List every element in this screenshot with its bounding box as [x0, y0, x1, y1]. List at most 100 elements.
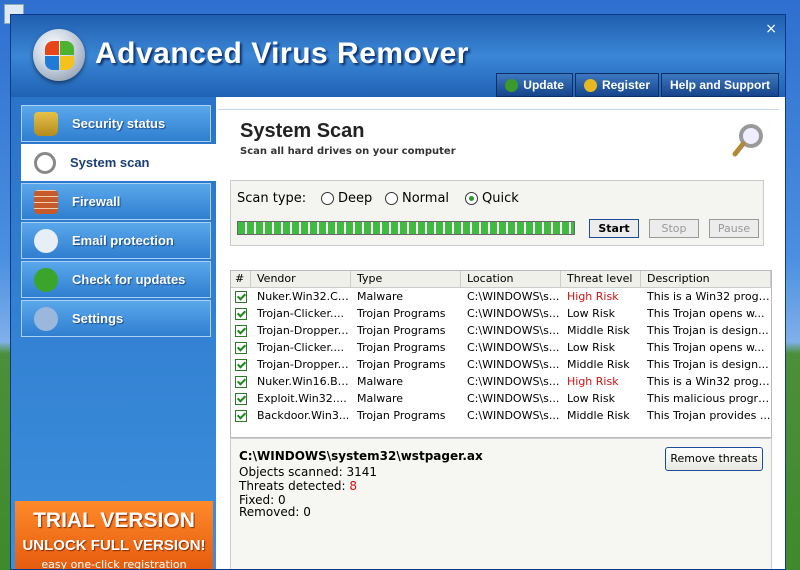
stat-label: Objects scanned: [239, 465, 343, 479]
checkbox [231, 339, 251, 356]
row-checkbox[interactable] [235, 410, 247, 422]
radio-label: Deep [338, 191, 373, 206]
table-row[interactable]: Trojan-Dropper.... Trojan Programs C:\WIND… [231, 356, 771, 373]
row-checkbox[interactable] [235, 308, 247, 320]
sidebar-item-firewall[interactable]: Firewall [21, 183, 211, 220]
scan-type-normal-radio[interactable]: Normal [385, 191, 449, 206]
trial-banner[interactable]: TRIAL VERSION UNLOCK FULL VERSION! easy … [15, 501, 213, 570]
stat-value: 3141 [346, 465, 377, 479]
checkbox [231, 373, 251, 390]
sidebar-item-settings[interactable]: Settings [21, 300, 211, 337]
cell-description: This Trojan opens w... [647, 341, 765, 354]
stat-label: Removed: [239, 505, 300, 519]
column-header[interactable]: Location [461, 271, 561, 287]
brick-wall-icon [34, 189, 58, 214]
row-checkbox[interactable] [235, 291, 247, 303]
title-bar: Advanced Virus Remover × Update Register… [11, 15, 785, 97]
windows-logo-icon [33, 29, 85, 81]
register-button[interactable]: Register [574, 73, 659, 97]
close-button[interactable]: × [765, 21, 777, 37]
trial-title: TRIAL VERSION [33, 509, 195, 532]
unlock-full-version[interactable]: UNLOCK FULL VERSION! [15, 537, 213, 554]
update-label: Update [523, 78, 564, 92]
app-window: Advanced Virus Remover × Update Register… [10, 14, 786, 570]
table-body: Nuker.Win32.CGSi Malware C:\WINDOWS\s... Hi… [231, 288, 771, 424]
page-subtitle: Scan all hard drives on your computer [240, 146, 456, 157]
cell-type: Trojan Programs [357, 409, 446, 422]
help-support-label: Help and Support [670, 78, 770, 92]
lock-icon [34, 111, 58, 136]
cell-type: Trojan Programs [357, 324, 446, 337]
cell-threat-level: Low Risk [567, 392, 615, 405]
table-header: # Vendor Type Location Threat level Desc… [231, 271, 771, 288]
table-row[interactable]: Trojan-Clicker.... Trojan Programs C:\WIND… [231, 305, 771, 322]
cell-description: This is a Win32 progr... [647, 375, 771, 388]
sidebar-item-label: Settings [72, 311, 124, 326]
radio-indicator [321, 192, 334, 205]
scan-type-label: Scan type: [237, 191, 307, 206]
column-header[interactable]: Description [641, 271, 771, 287]
cell-vendor: Trojan-Dropper.... [257, 358, 351, 371]
checkbox [231, 407, 251, 424]
stop-button[interactable]: Stop [649, 219, 699, 238]
table-row[interactable]: Backdoor.Win3... Trojan Programs C:\WINDOW… [231, 407, 771, 424]
cell-description: This is a Win32 progr... [647, 290, 771, 303]
cell-location: C:\WINDOWS\s... [467, 375, 560, 388]
sidebar-item-security-status[interactable]: Security status [21, 105, 211, 142]
register-label: Register [601, 78, 650, 92]
sidebar-item-system-scan[interactable]: System scan [21, 144, 216, 181]
table-row[interactable]: Nuker.Win16.Bi... Malware C:\WINDOWS\s... H… [231, 373, 771, 390]
cell-location: C:\WINDOWS\s... [467, 341, 560, 354]
row-checkbox[interactable] [235, 376, 247, 388]
sidebar-item-check-for-updates[interactable]: Check for updates [21, 261, 211, 298]
cell-location: C:\WINDOWS\s... [467, 324, 560, 337]
cell-location: C:\WINDOWS\s... [467, 392, 560, 405]
help-support-button[interactable]: Help and Support [661, 73, 779, 97]
cell-vendor: Trojan-Clicker.... [257, 341, 344, 354]
update-icon [505, 78, 519, 92]
start-button[interactable]: Start [589, 219, 639, 238]
cell-description: This Trojan opens w... [647, 307, 765, 320]
row-checkbox[interactable] [235, 359, 247, 371]
cell-location: C:\WINDOWS\s... [467, 290, 560, 303]
sidebar-item-label: System scan [70, 155, 150, 170]
cell-type: Trojan Programs [357, 307, 446, 320]
cell-vendor: Nuker.Win32.CGSi [257, 290, 351, 303]
cell-vendor: Trojan-Dropper.... [257, 324, 351, 337]
cell-description: This Trojan provides ... [647, 409, 771, 422]
scan-type-quick-radio[interactable]: Quick [465, 191, 519, 206]
table-row[interactable]: Trojan-Clicker.... Trojan Programs C:\WIND… [231, 339, 771, 356]
sidebar-item-email-protection[interactable]: Email protection [21, 222, 211, 259]
cell-location: C:\WINDOWS\s... [467, 358, 560, 371]
update-button[interactable]: Update [496, 73, 573, 97]
column-header[interactable]: Threat level [561, 271, 641, 287]
sidebar-item-label: Security status [72, 116, 166, 131]
cell-threat-level: High Risk [567, 375, 619, 388]
magnifier-icon [732, 124, 763, 157]
row-checkbox[interactable] [235, 342, 247, 354]
registration-note: easy one-click registration [41, 558, 187, 570]
row-checkbox[interactable] [235, 325, 247, 337]
scan-controls: Scan type: Deep Normal Quick Start Stop … [230, 180, 764, 246]
cell-threat-level: Middle Risk [567, 324, 630, 337]
scan-type-deep-radio[interactable]: Deep [321, 191, 372, 206]
threats-detected: Threats detected: 8 [239, 479, 357, 493]
table-row[interactable]: Trojan-Dropper.... Trojan Programs C:\WIND… [231, 322, 771, 339]
cell-type: Malware [357, 290, 404, 303]
stat-value: 0 [303, 505, 311, 519]
row-checkbox[interactable] [235, 393, 247, 405]
radio-indicator [385, 192, 398, 205]
top-navigation: Update Register Help and Support [496, 73, 779, 97]
column-header[interactable]: Vendor [251, 271, 351, 287]
threat-table: # Vendor Type Location Threat level Desc… [230, 270, 772, 438]
column-header[interactable]: # [231, 271, 251, 287]
pause-button[interactable]: Pause [709, 219, 759, 238]
table-row[interactable]: Nuker.Win32.CGSi Malware C:\WINDOWS\s... Hi… [231, 288, 771, 305]
cell-description: This malicious progra... [647, 392, 771, 405]
table-row[interactable]: Exploit.Win32.... Malware C:\WINDOWS\s... L… [231, 390, 771, 407]
gears-icon [34, 306, 58, 331]
at-sign-icon [34, 228, 58, 253]
column-header[interactable]: Type [351, 271, 461, 287]
cell-threat-level: Middle Risk [567, 358, 630, 371]
remove-threats-button[interactable]: Remove threats [665, 447, 763, 471]
